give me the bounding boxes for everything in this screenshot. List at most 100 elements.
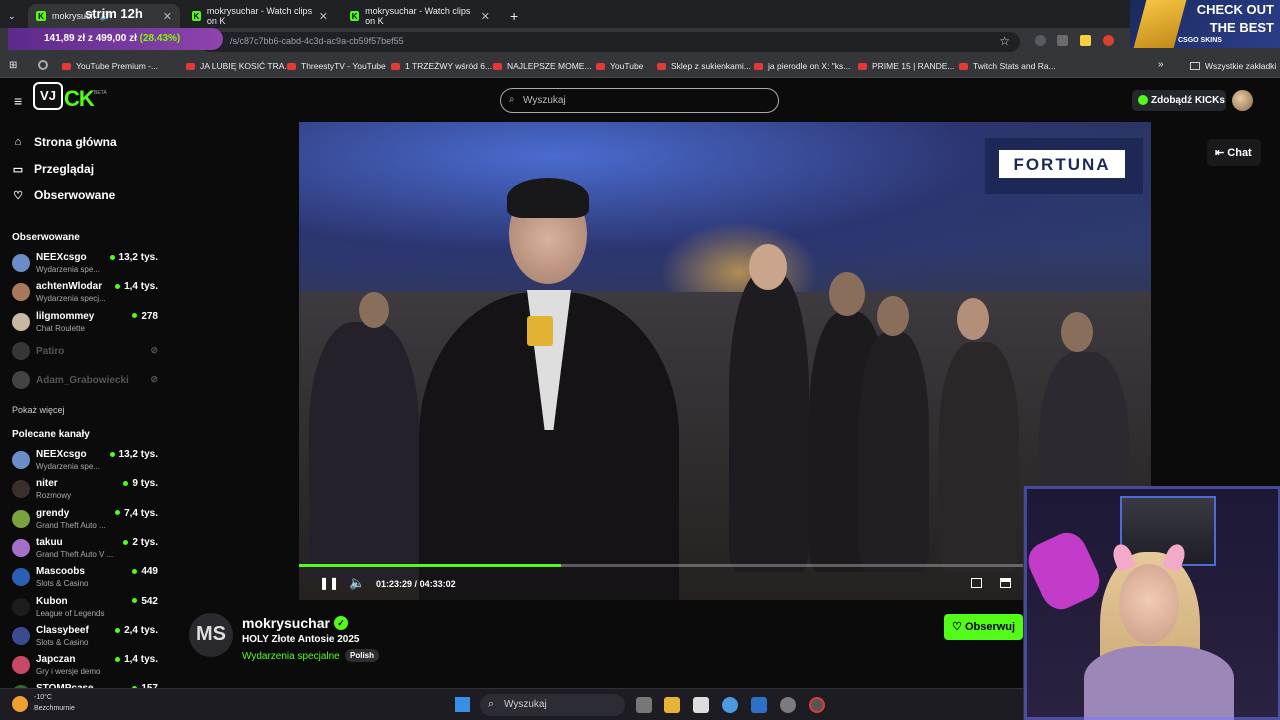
bookmark-label: JA LUBIĘ KOSIĆ TRA... [200, 61, 292, 71]
get-kicks-button[interactable]: Zdobądź KICKs [1132, 90, 1226, 111]
sidebar-channel[interactable]: niter Rozmowy 9 tys. [12, 478, 162, 504]
stream-overlay-title: strim 12h [85, 6, 143, 21]
store-icon[interactable] [693, 697, 709, 713]
follow-button[interactable]: ♡ Obserwuj [944, 614, 1023, 640]
kick-logo-badge[interactable]: VJ [33, 82, 63, 110]
chat-toggle-button[interactable]: ⇤ Chat [1207, 139, 1261, 166]
chrome-icon[interactable] [722, 697, 738, 713]
bookmark-label: Sklep z sukienkami... [671, 61, 751, 71]
sidebar-channel[interactable]: NEEXcsgo Wydarzenia spe... 13,2 tys. [12, 252, 162, 278]
pause-icon[interactable]: ❚❚ [319, 576, 339, 590]
viewer-count-value: 13,2 tys. [118, 449, 158, 460]
bookmark-item[interactable]: Sklep z sukienkami... [657, 61, 751, 71]
sidebar-channel[interactable]: achtenWlodar Wydarzenia specj... 1,4 tys. [12, 281, 162, 307]
sidebar-channel[interactable]: grendy Grand Theft Auto ... 7,4 tys. [12, 508, 162, 534]
settings-icon[interactable] [38, 60, 48, 70]
user-avatar[interactable] [1232, 90, 1253, 111]
viewer-count-value: 9 tys. [132, 478, 158, 490]
sponsor-overlay: FORTUNA [985, 138, 1143, 194]
close-tab-icon[interactable]: ✕ [481, 10, 490, 23]
new-tab-button[interactable]: + [502, 4, 522, 28]
sidebar-channel[interactable]: NEEXcsgo Wydarzenia spe... 13,2 tys. [12, 449, 162, 475]
stream-category[interactable]: Wydarzenia specjalne [242, 651, 340, 662]
pip-icon[interactable] [971, 578, 982, 588]
channel-name: NEEXcsgo [36, 449, 87, 460]
temperature: -10°C [34, 694, 52, 701]
tab[interactable]: K mokrysuchar - Watch clips on K ✕ [184, 4, 336, 28]
beta-badge: BETA [94, 90, 107, 96]
search-input[interactable]: ⌕ Wyszukaj [500, 88, 779, 113]
chevron-down-icon: ⌄ [8, 10, 16, 21]
close-tab-icon[interactable]: ✕ [163, 10, 172, 23]
channel-name: Patiro [36, 345, 65, 357]
theater-mode-icon[interactable] [1000, 578, 1011, 588]
all-bookmarks-label: Wszystkie zakładki [1205, 61, 1277, 71]
apps-icon[interactable]: ⊞ [9, 60, 17, 71]
bookmark-item[interactable]: NAJLEPSZE MOME... [493, 61, 592, 71]
extension-icon[interactable] [1080, 35, 1091, 46]
hamburger-menu-icon[interactable]: ≡ [14, 93, 22, 109]
kick-favicon-icon: K [192, 11, 201, 21]
sidebar-item-browse[interactable]: ▭ Przeglądaj [12, 162, 94, 176]
sidebar-channel[interactable]: takuu Grand Theft Auto V ... 2 tys. [12, 537, 162, 563]
sidebar-item-following[interactable]: ♡ Obserwowane [12, 188, 115, 202]
volume-icon[interactable]: 🔈 [349, 575, 365, 591]
live-dot-icon [115, 284, 121, 290]
extension-icon[interactable] [1035, 35, 1046, 46]
sidebar-channel[interactable]: Japczan Gry i wersje demo 1,4 tys. [12, 654, 162, 680]
obs-icon[interactable] [809, 697, 825, 713]
viewer-count-value: 2 tys. [132, 536, 158, 548]
bookmark-item[interactable]: ThreestyTV - YouTube [287, 61, 386, 71]
channel-avatar[interactable]: MS [189, 613, 233, 657]
all-bookmarks-folder[interactable]: Wszystkie zakładki [1190, 61, 1276, 71]
bookmark-label: YouTube Premium -... [76, 61, 159, 71]
bookmark-item[interactable]: JA LUBIĘ KOSIĆ TRA... [186, 61, 291, 71]
viewer-count-value: 278 [141, 310, 158, 322]
bookmark-favicon-icon [493, 62, 502, 70]
bookmark-item[interactable]: ja pierodle on X: "ks... [754, 61, 850, 71]
viewer-count: 2,4 tys. [115, 625, 158, 636]
close-tab-icon[interactable]: ✕ [319, 10, 328, 23]
bookmark-favicon-icon [596, 62, 605, 70]
channel-category: Wydarzenia specj... [36, 294, 106, 304]
kicks-coin-icon [1138, 95, 1148, 105]
sidebar-channel[interactable]: lilgmommey Chat Roulette 278 [12, 311, 162, 337]
notifications-off-icon: ⊘ [150, 374, 158, 385]
sidebar-channel[interactable]: Patiro ⊘ [12, 340, 162, 366]
taskbar-search[interactable]: ⌕ Wyszukaj [480, 694, 625, 716]
extension-icon[interactable] [1103, 35, 1114, 46]
language-tag[interactable]: Polish [345, 649, 380, 662]
bookmark-favicon-icon [858, 62, 867, 70]
bookmark-item[interactable]: 1 TRZEŹWY wśród 6... [391, 61, 492, 71]
channel-name[interactable]: mokrysuchar [242, 615, 330, 631]
fortuna-logo: FORTUNA [999, 150, 1125, 178]
tab-list-button[interactable]: ⌄ [0, 4, 28, 28]
channel-category: Chat Roulette [36, 323, 85, 333]
paint-icon[interactable] [751, 697, 767, 713]
sidebar-item-home[interactable]: ⌂ Strona główna [12, 135, 117, 149]
sidebar-channel[interactable]: Adam_Grabowiecki ⊘ [12, 369, 162, 395]
extension-icon[interactable] [1057, 35, 1068, 46]
sidebar-channel[interactable]: Kubon League of Legends 542 [12, 596, 162, 622]
folder-icon [1190, 62, 1200, 70]
task-view-icon[interactable] [636, 697, 652, 713]
bookmark-item[interactable]: YouTube [596, 61, 643, 71]
bookmark-item[interactable]: PRIME 15 | RANDE... [858, 61, 955, 71]
time-separator: / [414, 579, 418, 589]
more-bookmarks-icon[interactable]: » [1158, 59, 1164, 70]
goal-current: 141,89 zł [44, 33, 86, 44]
sidebar-channel[interactable]: Classybeef Slots & Casino 2,4 tys. [12, 625, 162, 651]
bookmark-label: PRIME 15 | RANDE... [872, 61, 955, 71]
windows-start-icon[interactable] [455, 697, 470, 712]
sidebar-channel[interactable]: Mascoobs Slots & Casino 449 [12, 566, 162, 592]
star-icon[interactable]: ☆ [999, 34, 1010, 48]
kick-logo[interactable]: CK [64, 86, 95, 112]
bookmark-item[interactable]: Twitch Stats and Ra... [959, 61, 1056, 71]
settings-icon[interactable] [780, 697, 796, 713]
show-more-link[interactable]: Pokaż więcej [12, 405, 65, 415]
file-explorer-icon[interactable] [664, 697, 680, 713]
channel-name: Kubon [36, 595, 68, 607]
tab[interactable]: K mokrysuchar - Watch clips on K ✕ [342, 4, 498, 28]
url-field[interactable]: /s/c87c7bb6-cabd-4c3d-ac9a-cb59f57bef55 … [200, 32, 1020, 52]
bookmark-item[interactable]: YouTube Premium -... [62, 61, 158, 71]
